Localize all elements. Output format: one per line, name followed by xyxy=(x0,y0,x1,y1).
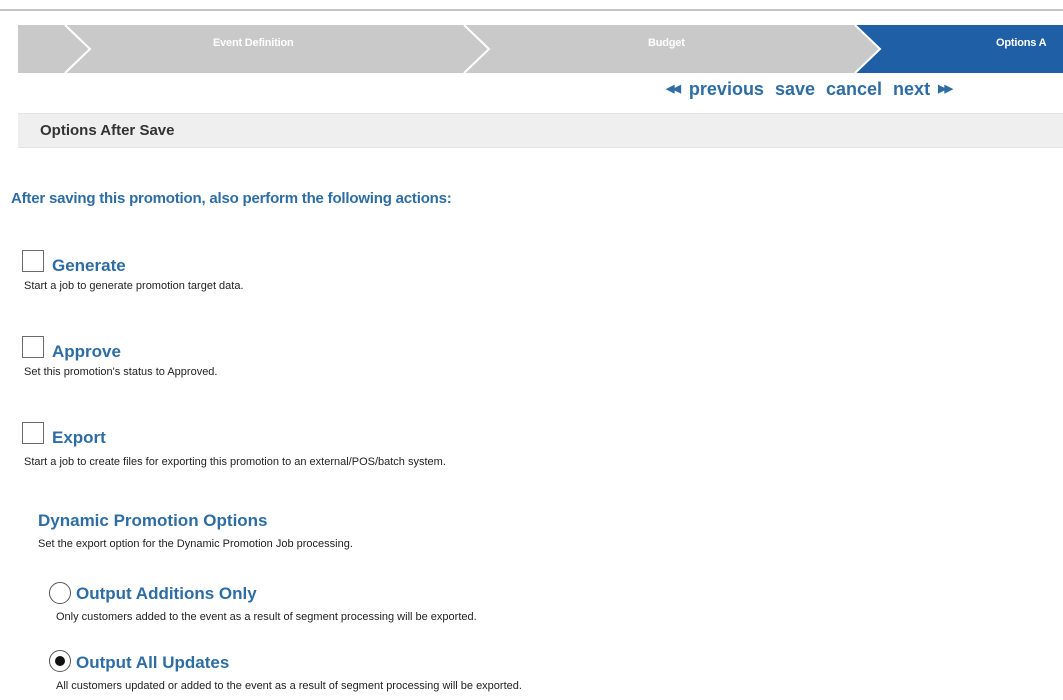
section-header: Options After Save xyxy=(18,113,1063,148)
previous-arrow-icon[interactable]: ◀◀ xyxy=(666,82,681,95)
output-additions-only-label[interactable]: Output Additions Only xyxy=(76,584,257,604)
dynamic-options-description: Set the export option for the Dynamic Pr… xyxy=(38,538,353,550)
generate-checkbox[interactable] xyxy=(22,250,44,272)
save-link[interactable]: save xyxy=(775,79,815,100)
cancel-link[interactable]: cancel xyxy=(826,79,882,100)
output-all-updates-description: All customers updated or added to the ev… xyxy=(56,680,522,692)
approve-label[interactable]: Approve xyxy=(52,342,121,362)
wizard-steps-graphic xyxy=(18,24,1063,74)
wizard-step-bg-options xyxy=(855,25,1063,73)
export-label[interactable]: Export xyxy=(52,428,106,448)
approve-description: Set this promotion's status to Approved. xyxy=(24,366,218,378)
approve-checkbox[interactable] xyxy=(22,336,44,358)
next-link[interactable]: next xyxy=(893,79,930,100)
export-checkbox[interactable] xyxy=(22,422,44,444)
section-title: Options After Save xyxy=(40,122,175,139)
wizard-step-event-definition[interactable]: Event Definition xyxy=(213,37,294,49)
previous-link[interactable]: previous xyxy=(689,79,764,100)
export-description: Start a job to create files for exportin… xyxy=(24,456,446,468)
output-additions-only-description: Only customers added to the event as a r… xyxy=(56,611,477,623)
output-all-updates-radio[interactable] xyxy=(49,650,71,672)
wizard-step-options-after-save[interactable]: Options A xyxy=(996,37,1047,49)
dynamic-options-heading: Dynamic Promotion Options xyxy=(38,511,268,530)
radio-selected-dot-icon xyxy=(55,656,65,666)
next-arrow-icon[interactable]: ▶▶ xyxy=(938,82,953,95)
wizard-step-bg-event-definition-body xyxy=(65,25,489,73)
wizard-nav: ◀◀ previous save cancel next ▶▶ xyxy=(666,77,953,101)
wizard-progress: Event Definition Budget Options A xyxy=(0,0,1063,75)
output-all-updates-label[interactable]: Output All Updates xyxy=(76,653,229,673)
generate-description: Start a job to generate promotion target… xyxy=(24,280,244,292)
intro-heading: After saving this promotion, also perfor… xyxy=(11,190,452,207)
wizard-step-budget[interactable]: Budget xyxy=(648,37,685,49)
wizard-step-bg-budget xyxy=(464,25,880,73)
output-additions-only-radio[interactable] xyxy=(49,582,71,604)
generate-label[interactable]: Generate xyxy=(52,256,126,276)
